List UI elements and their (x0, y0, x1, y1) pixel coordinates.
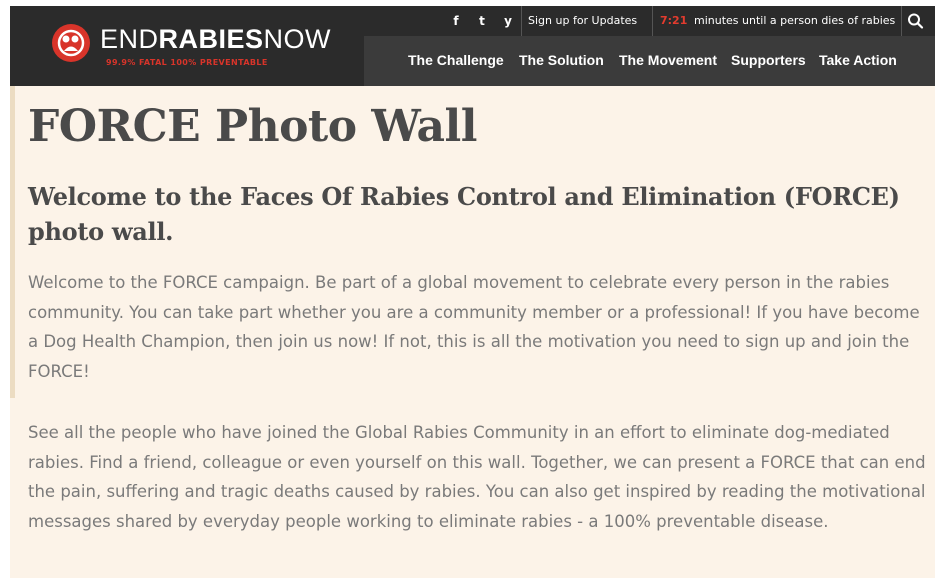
divider (901, 6, 902, 36)
divider (521, 6, 522, 36)
content-accent-bar (10, 86, 15, 398)
twitter-icon[interactable]: t (474, 13, 490, 29)
page-frame: ENDRABIESNOW 99.9% FATAL 100% PREVENTABL… (10, 6, 935, 578)
signup-link[interactable]: Sign up for Updates (528, 14, 637, 27)
nav-the-challenge[interactable]: The Challenge (408, 52, 504, 68)
main-nav: The Challenge The Solution The Movement … (364, 36, 935, 86)
nav-supporters[interactable]: Supporters (731, 52, 806, 68)
death-timer-label: minutes until a person dies of rabies (694, 14, 896, 27)
search-icon (908, 13, 924, 29)
search-button[interactable] (904, 11, 926, 31)
logo-icon (52, 24, 90, 62)
logo-link[interactable]: ENDRABIESNOW 99.9% FATAL 100% PREVENTABL… (10, 6, 364, 86)
page-title: FORCE Photo Wall (28, 101, 477, 152)
description-paragraph: See all the people who have joined the G… (28, 423, 926, 531)
nav-the-solution[interactable]: The Solution (519, 52, 604, 68)
page-subtitle: Welcome to the Faces Of Rabies Control a… (28, 182, 900, 246)
logo-tagline: 99.9% FATAL 100% PREVENTABLE (106, 58, 268, 67)
death-timer-value: 7:21 (660, 14, 688, 27)
nav-the-movement[interactable]: The Movement (619, 52, 717, 68)
site-header: ENDRABIESNOW 99.9% FATAL 100% PREVENTABL… (10, 6, 935, 86)
divider (652, 6, 653, 36)
facebook-icon[interactable]: f (448, 13, 464, 29)
utility-bar: f t y Sign up for Updates 7:21 minutes u… (364, 6, 935, 36)
logo-wordmark: ENDRABIESNOW (100, 24, 332, 54)
nav-take-action[interactable]: Take Action (819, 52, 897, 68)
intro-paragraph: Welcome to the FORCE campaign. Be part o… (28, 273, 920, 381)
youtube-icon[interactable]: y (500, 13, 516, 29)
